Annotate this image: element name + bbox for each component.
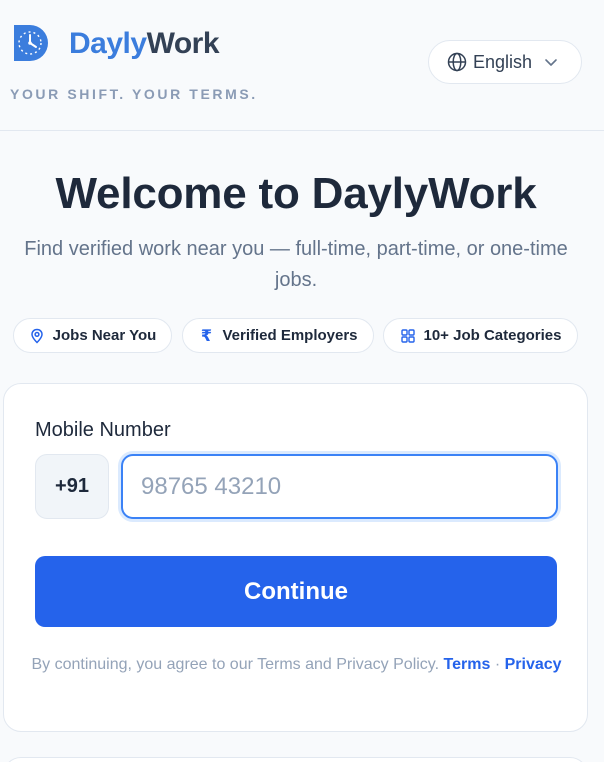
continue-button[interactable]: Continue xyxy=(35,556,557,627)
globe-icon xyxy=(447,52,467,72)
brand-name-part1: Dayly xyxy=(69,27,147,60)
app-header: DaylyWork YOUR SHIFT. YOUR TERMS. Englis… xyxy=(0,0,604,131)
location-pin-icon xyxy=(29,328,45,344)
language-label: English xyxy=(473,51,533,72)
logo-icon xyxy=(14,25,48,61)
page-title: Welcome to DaylyWork xyxy=(55,169,537,218)
link-separator: · xyxy=(494,656,501,673)
privacy-link[interactable]: Privacy xyxy=(505,656,562,673)
feature-chip-verified-employers: ₹ Verified Employers xyxy=(182,318,374,353)
feature-chip-label: Jobs Near You xyxy=(52,327,157,344)
rupee-icon: ₹ xyxy=(200,327,213,345)
legal-text: By continuing, you agree to our Terms an… xyxy=(31,656,440,673)
secondary-card xyxy=(3,757,588,762)
tagline: YOUR SHIFT. YOUR TERMS. xyxy=(10,86,258,102)
login-card: Mobile Number +91 Continue By continuing… xyxy=(3,383,588,732)
country-code-prefix: +91 xyxy=(35,454,109,519)
chevron-down-icon xyxy=(545,59,557,66)
legal-notice: By continuing, you agree to our Terms an… xyxy=(24,652,569,677)
mobile-number-input[interactable] xyxy=(121,454,558,519)
feature-chip-label: Verified Employers xyxy=(222,327,358,344)
page-subtitle: Find verified work near you — full-time,… xyxy=(24,238,568,291)
terms-link[interactable]: Terms xyxy=(444,656,491,673)
feature-chip-label: 10+ Job Categories xyxy=(423,327,562,344)
brand-name: DaylyWork xyxy=(69,26,220,62)
feature-chip-jobs-near-you: Jobs Near You xyxy=(13,318,172,353)
brand-name-part2: Work xyxy=(146,27,220,60)
grid-icon xyxy=(400,328,416,344)
language-selector[interactable]: English xyxy=(428,40,582,84)
mobile-number-label: Mobile Number xyxy=(35,419,171,441)
feature-chip-job-categories: 10+ Job Categories xyxy=(383,318,578,353)
